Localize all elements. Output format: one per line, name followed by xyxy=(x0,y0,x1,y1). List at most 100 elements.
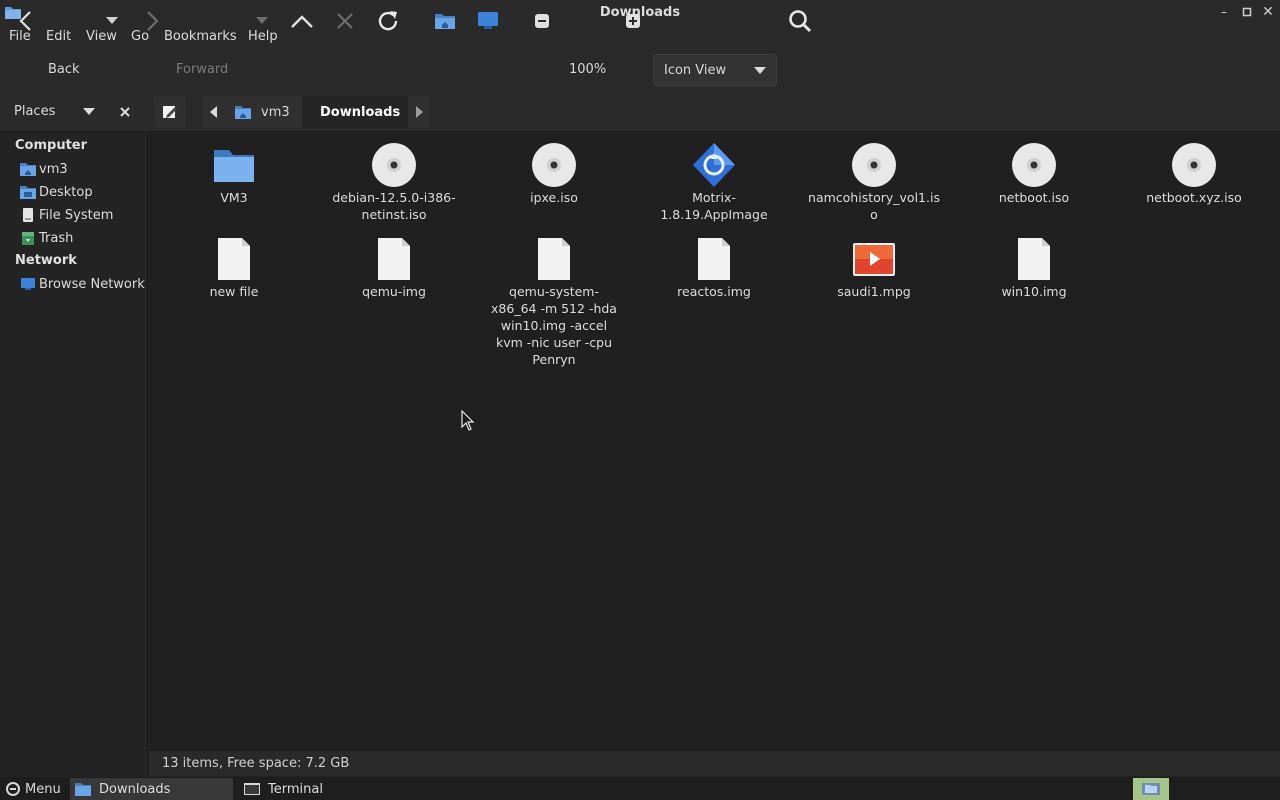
back-button[interactable]: Back xyxy=(48,62,80,77)
desktop-folder-icon xyxy=(20,186,36,199)
blank-file-icon xyxy=(1018,238,1050,280)
reload-icon[interactable] xyxy=(374,6,402,36)
menu-icon xyxy=(6,782,20,796)
network-icon xyxy=(21,278,35,290)
file-item-saudi1-mpg[interactable]: saudi1.mpg xyxy=(804,235,944,300)
zoom-in-icon[interactable] xyxy=(622,6,644,36)
window-thumbnail-icon xyxy=(1142,783,1160,795)
file-name: VM3 xyxy=(220,190,248,205)
task-terminal[interactable]: Terminal xyxy=(240,778,400,800)
sidebar-item-label: Desktop xyxy=(39,184,93,200)
chevron-down-icon xyxy=(754,67,766,74)
status-text: 13 items, Free space: 7.2 GB xyxy=(162,756,350,771)
breadcrumb-downloads[interactable]: Downloads xyxy=(302,96,408,128)
back-arrow-icon[interactable] xyxy=(12,6,40,36)
computer-icon[interactable] xyxy=(475,6,501,36)
breadcrumb-vm3[interactable]: vm3 xyxy=(226,96,302,128)
disc-icon xyxy=(372,143,416,187)
disc-icon xyxy=(1172,143,1216,187)
file-item-ipxe-iso[interactable]: ipxe.iso xyxy=(484,141,624,206)
file-item-motrix-appimage[interactable]: Motrix-1.8.19.AppImage xyxy=(644,141,784,223)
maximize-button[interactable] xyxy=(1239,4,1255,20)
menu-edit[interactable]: Edit xyxy=(44,29,73,44)
minimize-button[interactable]: – xyxy=(1216,4,1232,20)
file-name: netboot.xyz.iso xyxy=(1146,190,1242,205)
motrix-app-icon xyxy=(693,143,735,187)
file-name: qemu-img xyxy=(362,284,426,299)
home-folder-icon[interactable] xyxy=(432,6,458,36)
sidebar-item-desktop[interactable]: Desktop xyxy=(20,182,93,202)
location-bar xyxy=(0,92,1280,132)
file-view[interactable]: VM3 debian-12.5.0-i386-netinst.iso ipxe.… xyxy=(149,133,1280,750)
file-item-vm3[interactable]: VM3 xyxy=(164,141,304,206)
drive-icon xyxy=(23,208,33,222)
close-window-button[interactable]: ✕ xyxy=(1260,4,1276,20)
search-icon[interactable] xyxy=(786,6,814,36)
task-downloads[interactable]: Downloads xyxy=(70,778,233,800)
home-folder-icon xyxy=(20,163,36,176)
file-name: win10.img xyxy=(1001,284,1067,299)
zoom-out-icon[interactable] xyxy=(531,6,553,36)
file-item-debian-iso[interactable]: debian-12.5.0-i386-netinst.iso xyxy=(324,141,464,223)
file-name: new file xyxy=(209,284,259,299)
workspace-switcher[interactable] xyxy=(1133,778,1169,800)
file-name: Motrix-1.8.19.AppImage xyxy=(660,190,768,222)
file-item-qemu-system-command[interactable]: qemu-system-x86_64 -m 512 -hda win10.img… xyxy=(484,235,624,368)
sidebar-section-network: Network xyxy=(15,253,77,268)
stop-icon[interactable] xyxy=(332,6,358,36)
start-menu-button[interactable]: Menu xyxy=(2,778,65,800)
blank-file-icon xyxy=(698,238,730,280)
sidebar-item-label: File System xyxy=(39,207,114,223)
file-name: netboot.iso xyxy=(998,190,1070,205)
file-name: debian-12.5.0-i386-netinst.iso xyxy=(332,190,456,222)
back-history-dropdown[interactable] xyxy=(102,6,122,36)
forward-arrow-icon[interactable] xyxy=(140,6,164,36)
file-item-netboot-xyz-iso[interactable]: netboot.xyz.iso xyxy=(1124,141,1264,206)
video-file-icon xyxy=(853,243,895,276)
up-arrow-icon[interactable] xyxy=(288,6,316,36)
breadcrumb-vm3-label: vm3 xyxy=(261,104,290,120)
menu-bookmarks[interactable]: Bookmarks xyxy=(162,29,239,44)
toggle-location-entry-button[interactable] xyxy=(154,96,186,128)
sidebar-item-trash[interactable]: Trash xyxy=(20,228,73,248)
file-item-reactos-img[interactable]: reactos.img xyxy=(644,235,784,300)
file-item-win10-img[interactable]: win10.img xyxy=(964,235,1104,300)
disc-icon xyxy=(1012,143,1056,187)
blank-file-icon xyxy=(218,238,250,280)
file-item-netboot-iso[interactable]: netboot.iso xyxy=(964,141,1104,206)
folder-icon xyxy=(75,783,91,796)
sidebar-item-file-system[interactable]: File System xyxy=(20,205,113,225)
view-mode-value: Icon View xyxy=(664,63,727,78)
close-sidebar-icon[interactable] xyxy=(116,100,134,124)
breadcrumb-downloads-label: Downloads xyxy=(320,104,401,120)
sidebar-item-vm3[interactable]: vm3 xyxy=(20,159,68,179)
file-name: saudi1.mpg xyxy=(837,284,911,299)
sidebar-section-computer: Computer xyxy=(15,138,88,153)
file-name: ipxe.iso xyxy=(530,190,578,205)
terminal-icon xyxy=(244,783,260,795)
blank-file-icon xyxy=(378,238,410,280)
file-name: namcohistory_vol1.iso xyxy=(808,190,940,222)
edit-icon xyxy=(163,106,177,118)
sidebar: Computer vm3 Desktop File System Trash N… xyxy=(0,133,148,776)
view-mode-select[interactable]: Icon View xyxy=(653,54,777,86)
file-item-new-file[interactable]: new file xyxy=(164,235,304,300)
disc-icon xyxy=(532,143,576,187)
breadcrumb-right-arrow-icon[interactable] xyxy=(408,96,430,128)
breadcrumb-left-arrow-icon[interactable] xyxy=(202,96,226,128)
folder-icon xyxy=(214,150,254,182)
file-item-qemu-img[interactable]: qemu-img xyxy=(324,235,464,300)
places-dropdown-icon[interactable] xyxy=(80,100,98,124)
menu-label: Menu xyxy=(25,781,61,797)
forward-button[interactable]: Forward xyxy=(176,62,228,77)
sidebar-item-label: Trash xyxy=(39,230,74,246)
status-bar: 13 items, Free space: 7.2 GB xyxy=(149,750,1280,776)
mouse-cursor-icon xyxy=(461,410,475,431)
file-name: reactos.img xyxy=(677,284,751,299)
task-label: Downloads xyxy=(99,781,171,797)
zoom-level: 100% xyxy=(569,62,607,77)
file-item-namcohistory-iso[interactable]: namcohistory_vol1.iso xyxy=(804,141,944,223)
forward-history-dropdown[interactable] xyxy=(252,6,272,36)
sidebar-item-browse-network[interactable]: Browse Network xyxy=(20,274,145,294)
file-name: qemu-system-x86_64 -m 512 -hda win10.img… xyxy=(491,284,617,367)
